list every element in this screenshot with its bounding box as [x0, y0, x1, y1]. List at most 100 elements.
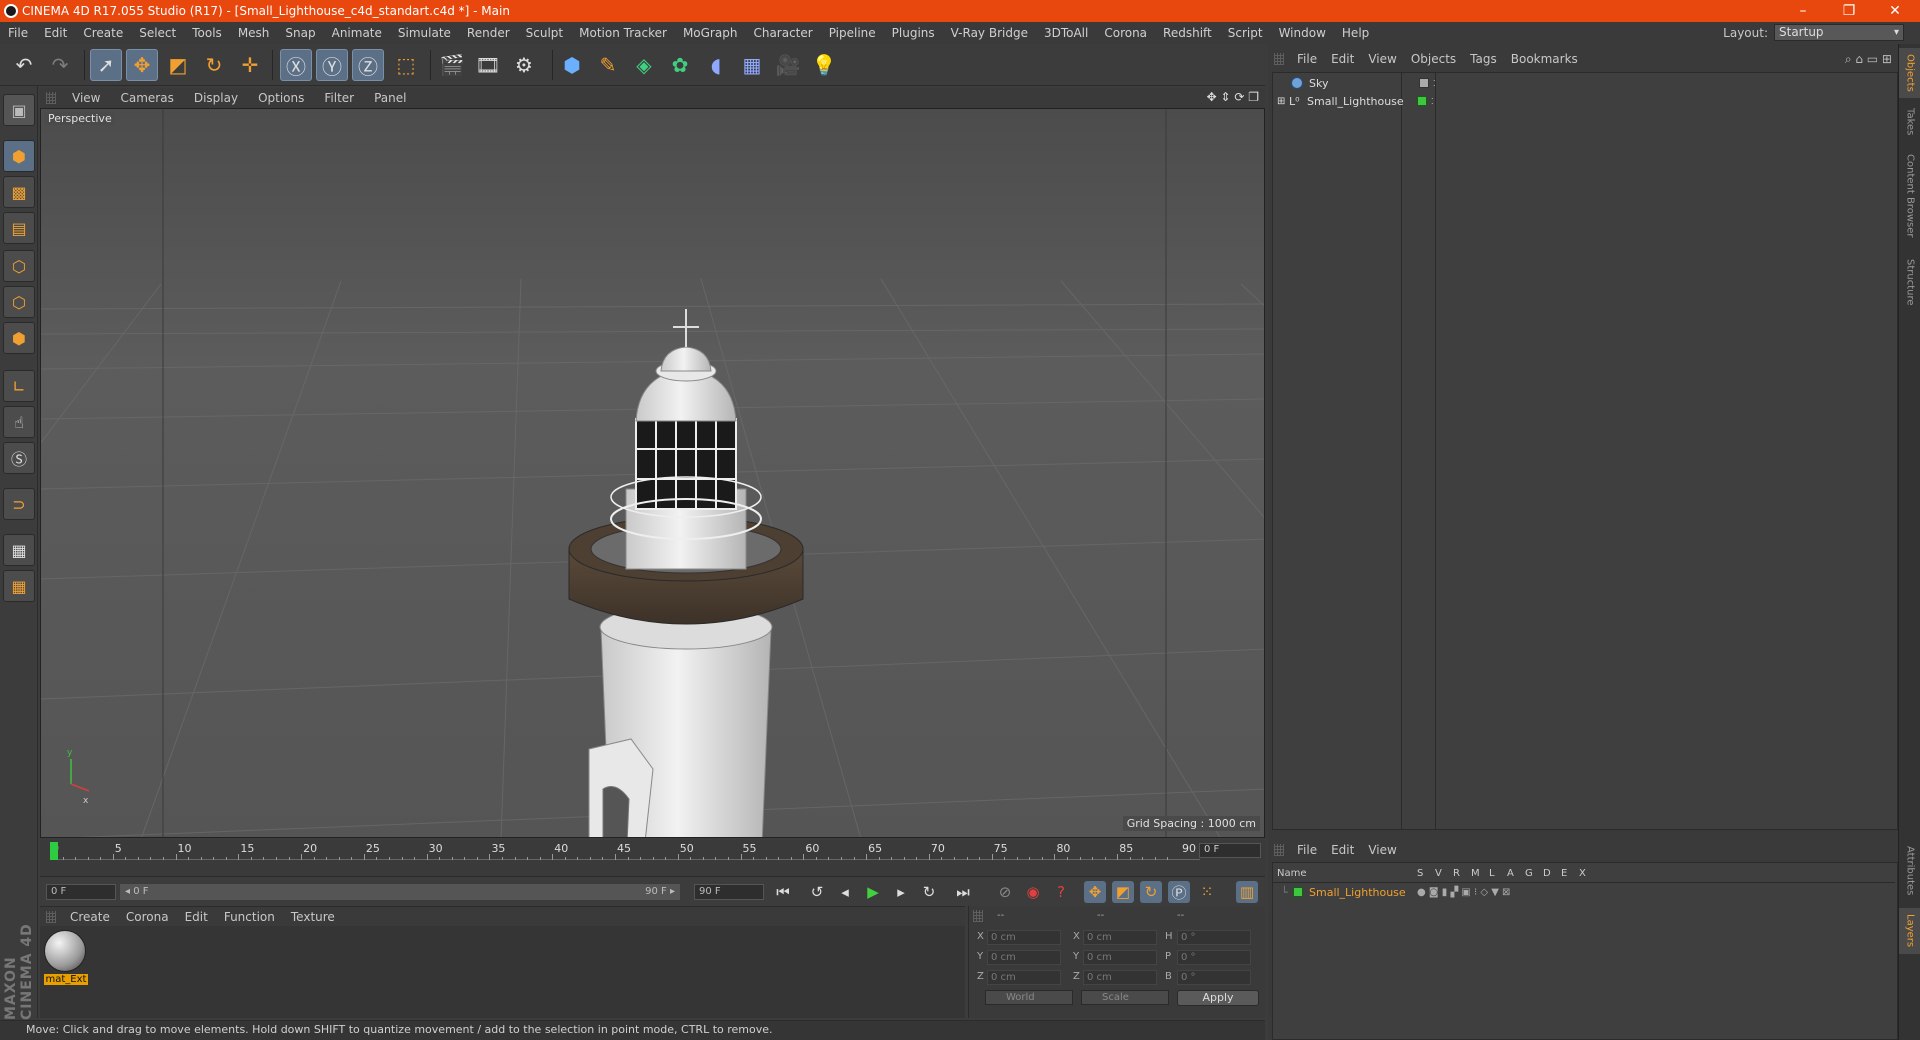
light-icon[interactable]: 💡: [808, 49, 840, 81]
layers-menu-edit[interactable]: Edit: [1324, 843, 1361, 857]
menu-character[interactable]: Character: [745, 26, 820, 40]
object-row-small-lighthouse[interactable]: ⊞ L⁰ Small_Lighthouse ⁚: [1273, 92, 1895, 110]
coord-pos-y-field[interactable]: 0 cm: [987, 950, 1061, 965]
edges-mode-icon[interactable]: ⬡: [3, 286, 35, 318]
live-selection-icon[interactable]: ➚: [90, 49, 122, 81]
menu-render[interactable]: Render: [459, 26, 518, 40]
menu-animate[interactable]: Animate: [324, 26, 390, 40]
model-mode-icon[interactable]: ⬢: [3, 140, 35, 172]
current-frame-field[interactable]: 0 F: [1199, 843, 1261, 858]
start-frame-field[interactable]: 0 F: [46, 884, 116, 900]
menu-simulate[interactable]: Simulate: [390, 26, 459, 40]
deformer-icon[interactable]: ◖: [700, 49, 732, 81]
objects-menu-tags[interactable]: Tags: [1463, 52, 1504, 66]
coord-rot-b-field[interactable]: 0 °: [1177, 970, 1251, 985]
subdivision-surface-icon[interactable]: ◈: [628, 49, 660, 81]
side-tab-structure[interactable]: Structure: [1899, 250, 1920, 314]
layers-menu-file[interactable]: File: [1290, 843, 1324, 857]
recent-tool-icon[interactable]: ✛: [234, 49, 266, 81]
texture-mode-icon[interactable]: ▩: [3, 176, 35, 208]
previous-frame-icon[interactable]: ◂: [834, 881, 856, 903]
timeline-ruler[interactable]: 051015202530354045505560657075808590: [50, 842, 1200, 860]
objects-menu-objects[interactable]: Objects: [1404, 52, 1463, 66]
render-settings-icon[interactable]: ⚙: [508, 49, 540, 81]
key-pla-icon[interactable]: ⁙: [1196, 881, 1218, 903]
menu-redshift[interactable]: Redshift: [1155, 26, 1220, 40]
layer-color-icon[interactable]: [1293, 887, 1303, 897]
axis-mode-icon[interactable]: ∟: [3, 370, 35, 402]
viewport-camera-label[interactable]: Perspective: [45, 112, 115, 125]
snapping-icon[interactable]: Ⓢ: [3, 442, 35, 474]
floor-icon[interactable]: ▦: [736, 49, 768, 81]
coord-pos-z-field[interactable]: 0 cm: [987, 970, 1061, 985]
rotate-tool-icon[interactable]: ↻: [198, 49, 230, 81]
close-button[interactable]: ✕: [1872, 0, 1918, 22]
autokey-icon[interactable]: ⊘: [994, 881, 1016, 903]
timeline-window-icon[interactable]: ▥: [1236, 881, 1258, 903]
viewport-menu-display[interactable]: Display: [184, 91, 248, 105]
magnet-icon[interactable]: ⊃: [3, 488, 35, 520]
go-to-end-icon[interactable]: ⏭: [952, 881, 974, 903]
menu-vray-bridge[interactable]: V-Ray Bridge: [943, 26, 1036, 40]
coord-space-dropdown[interactable]: World: [985, 990, 1073, 1005]
scale-tool-icon[interactable]: ◩: [162, 49, 194, 81]
material-menu-corona[interactable]: Corona: [118, 910, 177, 924]
menu-sculpt[interactable]: Sculpt: [518, 26, 571, 40]
side-tab-objects[interactable]: Objects: [1899, 48, 1920, 98]
viewport-menu-panel[interactable]: Panel: [364, 91, 416, 105]
coord-rot-p-field[interactable]: 0 °: [1177, 950, 1251, 965]
object-row-sky[interactable]: Sky ⁚: [1273, 74, 1895, 92]
viewport-menu-filter[interactable]: Filter: [314, 91, 364, 105]
next-frame-icon[interactable]: ▸: [890, 881, 912, 903]
visibility-dots-icon[interactable]: ⁚: [1433, 79, 1436, 88]
minimize-button[interactable]: –: [1780, 0, 1826, 22]
visibility-dots-icon[interactable]: ⁚: [1431, 97, 1434, 106]
menu-mograph[interactable]: MoGraph: [675, 26, 746, 40]
layer-color-icon[interactable]: [1417, 96, 1427, 106]
timeline-playhead[interactable]: [50, 842, 58, 860]
tweak-mode-icon[interactable]: ☝: [3, 406, 35, 438]
points-mode-icon[interactable]: ⬡: [3, 250, 35, 282]
viewport-menu-cameras[interactable]: Cameras: [110, 91, 183, 105]
cube-object-icon[interactable]: ⬢: [556, 49, 588, 81]
key-rotation-icon[interactable]: ↻: [1140, 881, 1162, 903]
objects-menu-file[interactable]: File: [1290, 52, 1324, 66]
viewport-nav-icons[interactable]: ✥ ⇕ ⟳ ❐: [1207, 90, 1259, 104]
coord-size-y-field[interactable]: 0 cm: [1083, 950, 1157, 965]
coord-rot-h-field[interactable]: 0 °: [1177, 930, 1251, 945]
layer-row-small-lighthouse[interactable]: └ Small_Lighthouse ● ◙ ▮ ▞ ▣ ⁝ ◇ ▼ ⊠: [1273, 883, 1895, 901]
expand-icon[interactable]: ⊞: [1277, 96, 1289, 107]
menu-edit[interactable]: Edit: [36, 26, 75, 40]
end-frame-field[interactable]: 90 F: [694, 884, 764, 900]
camera-icon[interactable]: 🎥: [772, 49, 804, 81]
play-icon[interactable]: ▶: [862, 881, 884, 903]
side-tab-layers[interactable]: Layers: [1899, 908, 1920, 954]
side-tab-attributes[interactable]: Attributes: [1899, 838, 1920, 904]
keyframe-selection-icon[interactable]: ?: [1050, 881, 1072, 903]
menu-tools[interactable]: Tools: [184, 26, 230, 40]
menu-window[interactable]: Window: [1271, 26, 1334, 40]
menu-plugins[interactable]: Plugins: [884, 26, 943, 40]
coordinate-system-icon[interactable]: ⬚: [390, 49, 422, 81]
material-menu-texture[interactable]: Texture: [283, 910, 343, 924]
menu-help[interactable]: Help: [1334, 26, 1377, 40]
move-tool-icon[interactable]: ✥: [126, 49, 158, 81]
coord-size-z-field[interactable]: 0 cm: [1083, 970, 1157, 985]
redo-icon[interactable]: ↷: [44, 49, 76, 81]
menu-select[interactable]: Select: [131, 26, 184, 40]
layers-menu-view[interactable]: View: [1361, 843, 1403, 857]
cloner-icon[interactable]: ✿: [664, 49, 696, 81]
coord-pos-x-field[interactable]: 0 cm: [987, 930, 1061, 945]
side-tab-content-browser[interactable]: Content Browser: [1899, 146, 1920, 246]
material-menu-function[interactable]: Function: [216, 910, 283, 924]
go-to-start-icon[interactable]: ⏮: [772, 881, 794, 903]
make-editable-icon[interactable]: ▣: [3, 94, 35, 126]
z-axis-lock-icon[interactable]: Ⓩ: [352, 49, 384, 81]
menu-snap[interactable]: Snap: [277, 26, 323, 40]
render-view-icon[interactable]: 🎬: [436, 49, 468, 81]
layout-select[interactable]: Startup: [1774, 24, 1904, 41]
objects-menu-view[interactable]: View: [1361, 52, 1403, 66]
material-menu-edit[interactable]: Edit: [177, 910, 216, 924]
menu-3dtoall[interactable]: 3DToAll: [1036, 26, 1096, 40]
key-position-icon[interactable]: ✥: [1084, 881, 1106, 903]
